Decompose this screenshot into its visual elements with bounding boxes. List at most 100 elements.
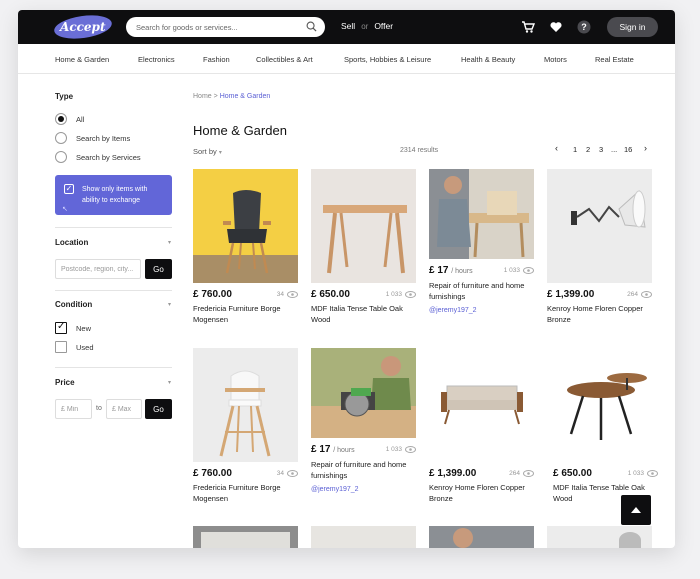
price-go-button[interactable]: Go: [145, 399, 172, 419]
search-icon[interactable]: [306, 21, 317, 32]
product-price: £ 1,399.00: [547, 289, 594, 300]
page-ellipsis: ...: [611, 145, 618, 154]
type-radio-services[interactable]: [55, 151, 67, 163]
exchange-checkbox[interactable]: ✓: [64, 184, 74, 194]
high-chair-image[interactable]: [193, 348, 298, 462]
condition-chevron-icon[interactable]: ▾: [168, 301, 174, 308]
price-unit: / hours: [333, 447, 355, 454]
breadcrumb-home[interactable]: Home: [193, 93, 212, 100]
page-2[interactable]: 2: [586, 145, 590, 154]
location-input[interactable]: [55, 259, 141, 279]
price-value: £ 17: [429, 265, 449, 276]
sofa-image[interactable]: [429, 348, 534, 462]
product-title[interactable]: Fredericia Furniture Borge Mogensen: [193, 482, 298, 504]
product-price: £ 1,399.00: [429, 468, 476, 479]
category-sports[interactable]: Sports, Hobbies & Leisure: [344, 55, 431, 64]
product-title[interactable]: MDF Italia Tense Table Oak Wood: [311, 303, 416, 325]
product-price: £ 760.00: [193, 468, 232, 479]
view-count: 34: [277, 291, 298, 298]
cursor-icon: ↖: [62, 206, 68, 213]
eye-icon: [405, 291, 416, 298]
condition-checkbox-new[interactable]: [55, 321, 67, 334]
help-icon[interactable]: ?: [577, 20, 591, 34]
price-title: Price: [55, 378, 75, 387]
condition-label-new: New: [76, 324, 92, 333]
sort-dropdown[interactable]: Sort by ▾: [193, 147, 222, 156]
product-title[interactable]: Kenroy Home Floren Copper Bronze: [429, 482, 534, 504]
view-count: 264: [509, 470, 534, 477]
results-count: 2314 results: [400, 147, 439, 154]
signin-button[interactable]: Sign in: [607, 17, 658, 37]
divider: [55, 227, 172, 228]
page-title: Home & Garden: [193, 123, 287, 138]
product-thumbnail-partial[interactable]: [547, 526, 652, 548]
category-electronics[interactable]: Electronics: [138, 55, 175, 64]
category-health-beauty[interactable]: Health & Beauty: [461, 55, 515, 64]
arrow-up-icon: [631, 507, 641, 513]
heart-icon[interactable]: [549, 20, 563, 34]
back-to-top-button[interactable]: [621, 495, 651, 525]
category-collectibles-art[interactable]: Collectibles & Art: [256, 55, 313, 64]
page-3[interactable]: 3: [599, 145, 603, 154]
prev-page-icon[interactable]: ‹: [555, 143, 558, 153]
views-value: 1 033: [627, 470, 644, 477]
product-thumbnail-partial[interactable]: [311, 526, 416, 548]
condition-checkbox-used[interactable]: [55, 341, 67, 353]
logo[interactable]: Accept: [52, 12, 114, 42]
price-chevron-icon[interactable]: ▾: [168, 379, 174, 386]
product-title[interactable]: Fredericia Furniture Borge Mogensen: [193, 303, 298, 325]
condition-title: Condition: [55, 300, 93, 309]
cart-icon[interactable]: [521, 20, 535, 34]
product-title[interactable]: Repair of furniture and home furnishings: [429, 280, 534, 302]
product-title[interactable]: Repair of furniture and home furnishings: [311, 459, 416, 481]
type-radio-all[interactable]: [55, 113, 67, 125]
product-title[interactable]: Kenroy Home Floren Copper Bronze: [547, 303, 652, 325]
view-count: 1 033: [628, 470, 658, 477]
divider: [55, 290, 172, 291]
eye-icon: [287, 291, 298, 298]
breadcrumb-current[interactable]: Home & Garden: [220, 93, 271, 100]
type-label-all: All: [76, 115, 85, 124]
view-count: 1 033: [386, 446, 416, 453]
views-value: 264: [509, 470, 520, 477]
top-bar: Accept Sellor Offer ? Sign in: [18, 10, 675, 44]
category-home-garden[interactable]: Home & Garden: [55, 55, 109, 64]
thumbnail-inner: [453, 528, 473, 548]
type-radio-items[interactable]: [55, 132, 67, 144]
next-page-icon[interactable]: ›: [644, 143, 647, 153]
page-1[interactable]: 1: [573, 145, 577, 154]
round-table-image[interactable]: [553, 348, 658, 462]
seller-link[interactable]: @jeremy197_2: [429, 307, 477, 314]
category-fashion[interactable]: Fashion: [203, 55, 230, 64]
category-motors[interactable]: Motors: [544, 55, 567, 64]
price-value: £ 1,399.00: [429, 468, 477, 479]
product-thumbnail-partial[interactable]: [193, 526, 298, 548]
price-max-input[interactable]: [106, 399, 142, 419]
price-value: £ 1,399.00: [547, 289, 595, 300]
sort-label: Sort by: [193, 147, 217, 156]
location-chevron-icon[interactable]: ▾: [168, 239, 174, 246]
location-go-button[interactable]: Go: [145, 259, 172, 279]
exchange-filter[interactable]: ✓ Show only items with ability to exchan…: [55, 175, 172, 215]
wooden-table-image[interactable]: [311, 169, 416, 283]
sell-link[interactable]: Sell: [341, 21, 355, 31]
armchair-image[interactable]: [193, 169, 298, 283]
price-value: £ 17: [311, 444, 331, 455]
search-input[interactable]: [126, 17, 325, 37]
wall-lamp-image[interactable]: [547, 169, 652, 283]
page-16[interactable]: 16: [624, 145, 632, 154]
views-value: 1 033: [385, 446, 402, 453]
price-value: £ 760.00: [193, 468, 232, 479]
category-real-estate[interactable]: Real Estate: [595, 55, 634, 64]
circular-saw-image[interactable]: [311, 348, 416, 438]
price-min-input[interactable]: [55, 399, 92, 419]
offer-link[interactable]: Offer: [374, 21, 393, 31]
seller-link[interactable]: @jeremy197_2: [311, 486, 359, 493]
sort-chevron-icon: ▾: [218, 150, 222, 156]
divider: [55, 367, 172, 368]
carpenter-image[interactable]: [429, 169, 534, 259]
product-thumbnail-partial[interactable]: [429, 526, 534, 548]
product-price: £ 650.00: [553, 468, 592, 479]
thumbnail-inner: [201, 532, 290, 548]
views-value: 34: [276, 291, 284, 298]
